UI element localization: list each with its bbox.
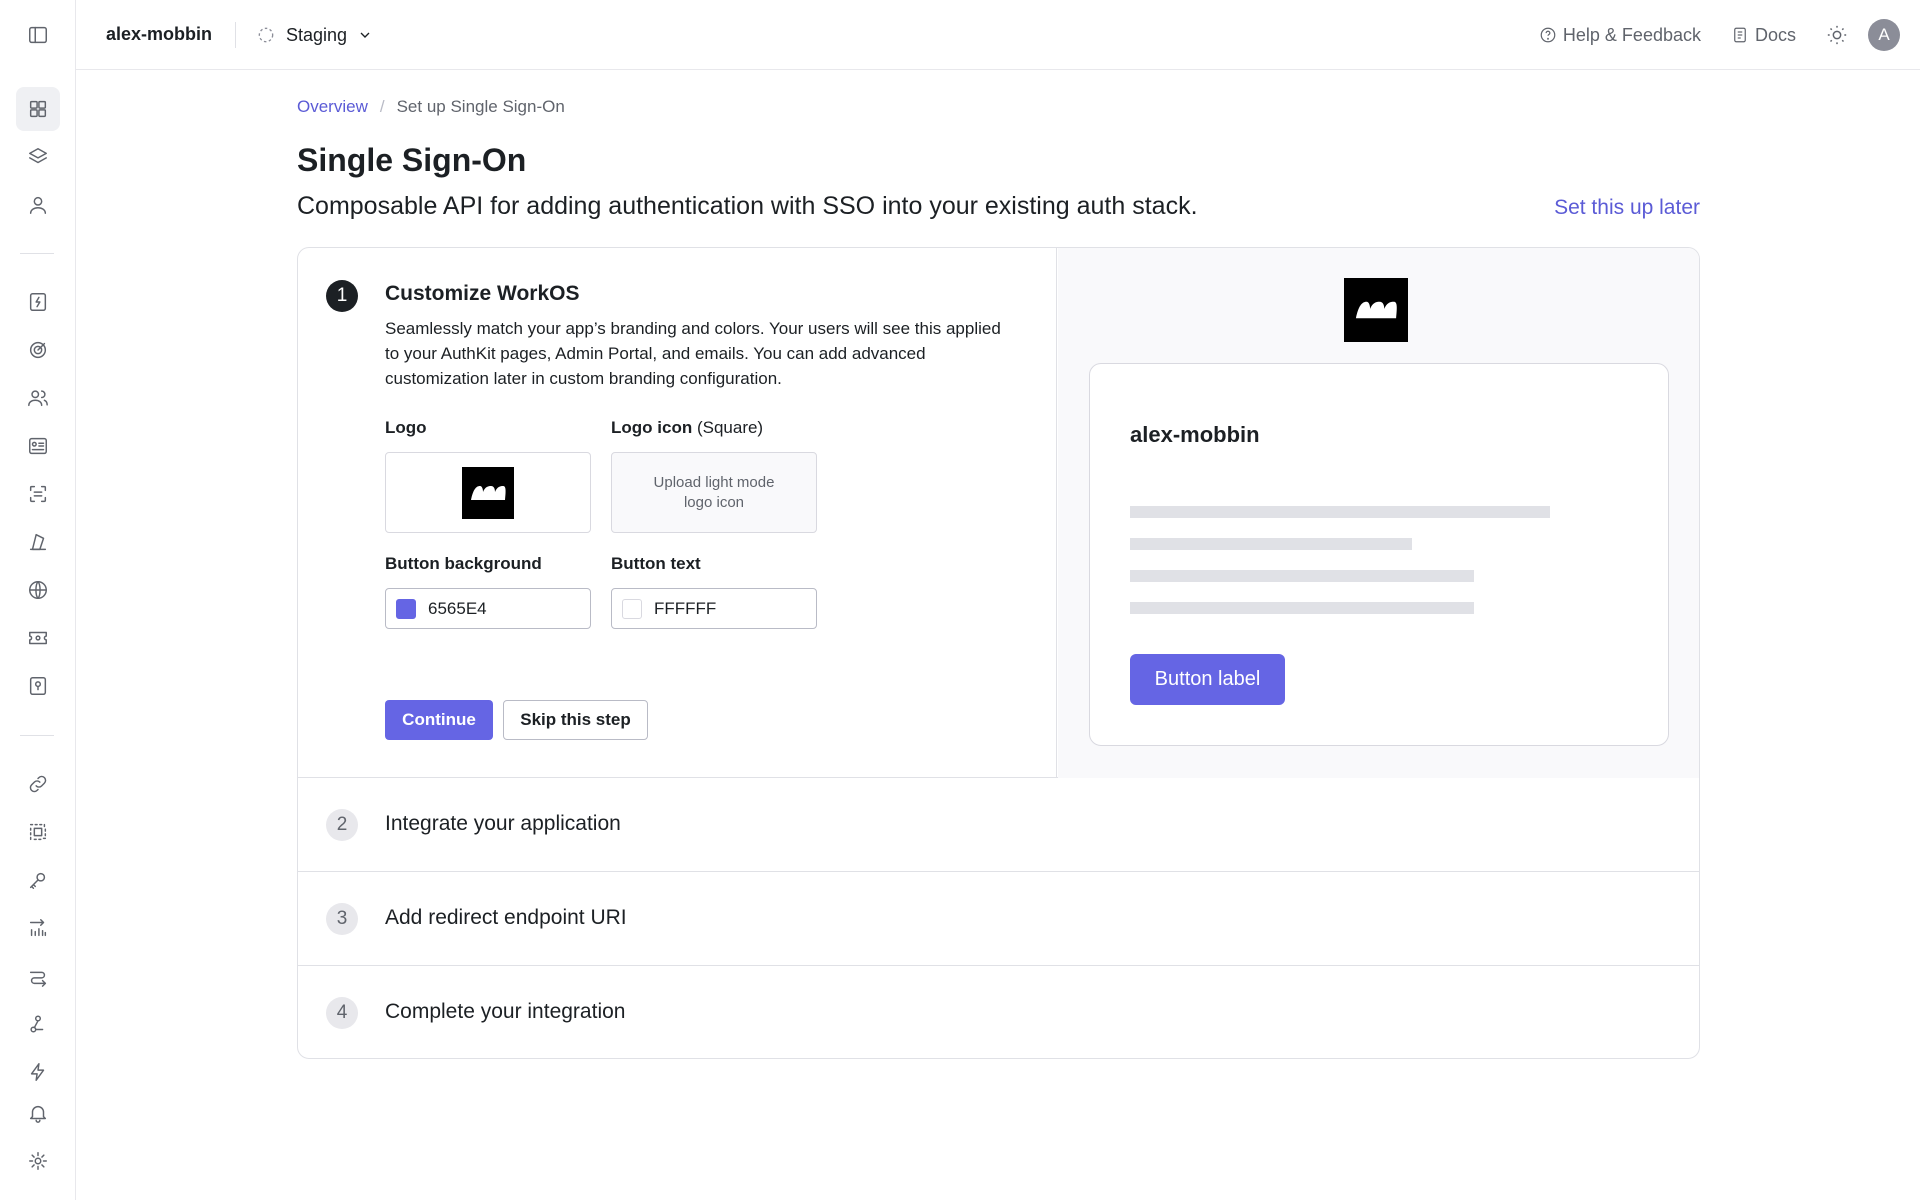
breadcrumb-separator: / — [379, 97, 385, 116]
skeleton-line — [1130, 570, 1474, 582]
header-divider — [235, 22, 236, 48]
help-icon — [1540, 27, 1556, 43]
sidebar-divider — [20, 253, 54, 254]
step-label: Complete your integration — [385, 1000, 626, 1023]
set-up-later-link[interactable]: Set this up later — [1554, 196, 1700, 220]
logo-icon-label-text: Logo icon — [611, 418, 693, 437]
layers-icon[interactable] — [16, 135, 60, 179]
ticket-icon[interactable] — [16, 616, 60, 660]
gear-icon[interactable] — [16, 1139, 60, 1183]
vault-icon[interactable] — [16, 664, 60, 708]
users-icon[interactable] — [16, 376, 60, 420]
directory-icon[interactable] — [16, 424, 60, 468]
webhook-icon[interactable] — [16, 1002, 60, 1046]
button-background-value: 6565E4 — [428, 598, 487, 618]
step-number: 2 — [326, 809, 358, 841]
target-icon[interactable] — [16, 328, 60, 372]
chevron-down-icon — [360, 32, 370, 38]
sidebar — [0, 0, 76, 1200]
avatar[interactable]: A — [1868, 19, 1900, 51]
logo-icon-hint: (Square) — [696, 418, 764, 437]
button-background-input[interactable]: 6565E4 — [385, 588, 591, 629]
preview-card: alex-mobbin Button label — [1089, 363, 1669, 746]
logo-icon-upload[interactable]: Upload light mode logo icon — [611, 452, 817, 533]
logo-label: Logo — [385, 418, 427, 437]
branding-preview: alex-mobbin Button label — [1058, 248, 1699, 778]
sidebar-divider — [20, 735, 54, 736]
step-integrate[interactable]: 2 Integrate your application — [298, 778, 1699, 872]
step-complete[interactable]: 4 Complete your integration — [298, 966, 1699, 1058]
step-number: 1 — [326, 280, 358, 312]
color-swatch[interactable] — [396, 598, 416, 619]
metrics-icon[interactable] — [16, 906, 60, 950]
environment-switcher[interactable]: Staging — [256, 20, 373, 50]
user-icon[interactable] — [16, 183, 60, 227]
continue-button[interactable]: Continue — [385, 700, 493, 740]
skip-step-button[interactable]: Skip this step — [503, 700, 648, 740]
authkit-icon[interactable] — [16, 280, 60, 324]
step-title: Customize WorkOS — [385, 282, 580, 305]
breadcrumb-current: Set up Single Sign-On — [396, 97, 565, 116]
link-icon[interactable] — [16, 762, 60, 806]
step-label: Integrate your application — [385, 812, 621, 835]
events-icon[interactable] — [16, 1050, 60, 1094]
skeleton-line — [1130, 506, 1550, 518]
environment-label: Staging — [286, 24, 348, 45]
brand-logo — [462, 466, 514, 519]
step-number: 3 — [326, 903, 358, 935]
logo-icon-label: Logo icon (Square) — [611, 418, 763, 438]
dashboard-icon[interactable] — [16, 87, 60, 131]
sun-icon — [1827, 25, 1847, 45]
theme-toggle[interactable] — [1826, 24, 1848, 46]
button-background-label: Button background — [385, 554, 542, 573]
step-description: Seamlessly match your app’s branding and… — [385, 319, 1001, 388]
top-bar: alex-mobbin Staging Help & Feedback Docs… — [76, 0, 1920, 70]
step-label: Add redirect endpoint URI — [385, 906, 627, 929]
preview-org-name: alex-mobbin — [1130, 422, 1260, 447]
preview-logo — [1344, 278, 1408, 342]
logo-upload[interactable] — [385, 452, 591, 533]
color-swatch[interactable] — [622, 598, 642, 619]
breadcrumb: Overview / Set up Single Sign-On — [297, 97, 565, 117]
key-icon[interactable] — [16, 858, 60, 902]
skeleton-line — [1130, 538, 1412, 550]
preview-button: Button label — [1130, 654, 1285, 705]
breadcrumb-overview-link[interactable]: Overview — [297, 97, 368, 117]
step-redirect-uri[interactable]: 3 Add redirect endpoint URI — [298, 872, 1699, 966]
button-text-input[interactable]: FFFFFF — [611, 588, 817, 629]
page-subtitle: Composable API for adding authentication… — [297, 192, 1198, 220]
bell-icon[interactable] — [16, 1091, 60, 1135]
panel-toggle-icon[interactable] — [16, 13, 60, 57]
org-name[interactable]: alex-mobbin — [106, 24, 212, 45]
help-feedback-link[interactable]: Help & Feedback — [1539, 25, 1701, 46]
page-title: Single Sign-On — [297, 142, 527, 178]
docs-label: Docs — [1754, 24, 1796, 45]
select-icon[interactable] — [16, 810, 60, 854]
customize-form: 1 Customize WorkOS Seamlessly match your… — [298, 248, 1057, 778]
docs-icon — [1734, 27, 1746, 43]
audit-icon[interactable] — [16, 520, 60, 564]
help-feedback-label: Help & Feedback — [1562, 24, 1701, 45]
docs-link[interactable]: Docs — [1731, 25, 1796, 46]
step-number: 4 — [326, 997, 358, 1029]
skeleton-line — [1130, 602, 1474, 614]
button-text-label: Button text — [611, 554, 701, 573]
step-customize: 1 Customize WorkOS Seamlessly match your… — [298, 248, 1699, 778]
environment-icon — [258, 27, 274, 43]
button-text-value: FFFFFF — [654, 598, 717, 618]
routing-icon[interactable] — [16, 954, 60, 998]
setup-steps-card: 1 Customize WorkOS Seamlessly match your… — [297, 247, 1700, 1059]
scan-icon[interactable] — [16, 472, 60, 516]
globe-icon[interactable] — [16, 568, 60, 612]
